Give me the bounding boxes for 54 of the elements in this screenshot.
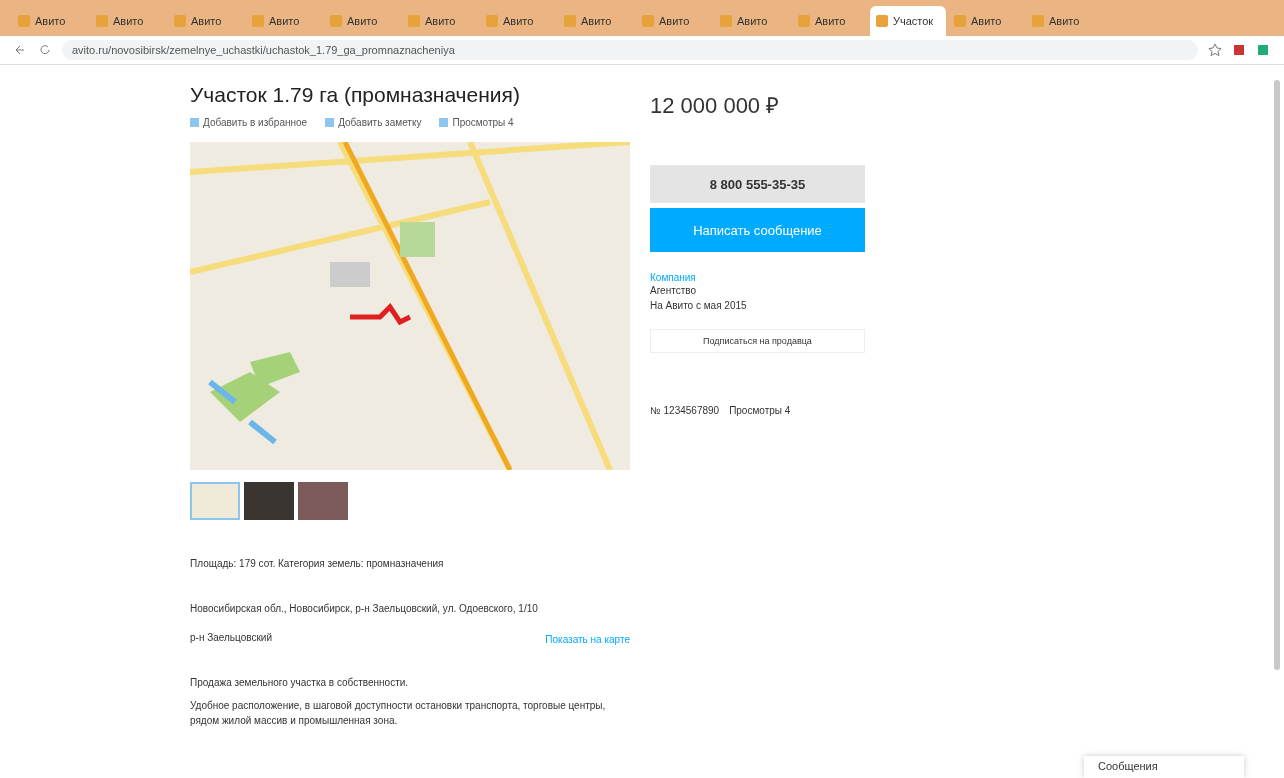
favicon-icon — [408, 15, 420, 27]
favicon-icon — [96, 15, 108, 27]
favicon-icon — [174, 15, 186, 27]
listing-action-link[interactable]: Просмотры 4 — [439, 117, 514, 128]
favicon-icon — [330, 15, 342, 27]
description-text: Удобное расположение, в шаговой доступности остановки транспорта, торговые центры, рядом жилой массив и промышленная зона. — [190, 699, 607, 728]
subscribe-button[interactable]: Подписаться на продавца — [650, 329, 865, 353]
favicon-icon — [252, 15, 264, 27]
description-title: Продажа земельного участка в собственности. — [190, 676, 410, 690]
favicon-icon — [642, 15, 654, 27]
browser-tab[interactable]: Авито — [636, 6, 712, 36]
browser-tab[interactable]: Авито — [402, 6, 478, 36]
address-field[interactable]: avito.ru/novosibirsk/zemelnye_uchastki/uchastok_1.79_ga_promnaznacheniya — [62, 40, 1198, 60]
browser-tab[interactable]: Авито — [90, 6, 166, 36]
browser-tab[interactable]: Авито — [1026, 6, 1102, 36]
browser-tab[interactable]: Авито — [12, 6, 88, 36]
address-text: Новосибирская обл., Новосибирск, р-н Заельцовский, ул. Одоевского, 1/10 — [190, 602, 539, 616]
favicon-icon — [954, 15, 966, 27]
browser-tab[interactable]: Авито — [948, 6, 1024, 36]
reload-icon[interactable] — [38, 43, 52, 57]
favicon-icon — [876, 15, 888, 27]
extension-icon[interactable] — [1256, 43, 1270, 57]
ad-number: № 1234567890 — [650, 404, 720, 418]
favicon-icon — [720, 15, 732, 27]
browser-tab[interactable]: Участок — [870, 6, 946, 36]
extension-icon[interactable] — [1232, 43, 1246, 57]
browser-tab[interactable]: Авито — [558, 6, 634, 36]
district-text: р-н Заельцовский — [190, 631, 272, 645]
favicon-icon — [1032, 15, 1044, 27]
params-text: Площадь: 179 сот. Категория земель: промназначения — [190, 557, 445, 571]
browser-tab[interactable]: Авито — [792, 6, 868, 36]
phone-button[interactable]: 8 800 555-35-35 — [650, 165, 865, 203]
star-icon[interactable] — [1208, 43, 1222, 57]
photo-thumbnail[interactable] — [298, 482, 348, 520]
photo-thumbnail[interactable] — [244, 482, 294, 520]
photo-thumbnail[interactable] — [190, 482, 240, 520]
favicon-icon — [798, 15, 810, 27]
listing-title: Участок 1.79 га (промназначения) — [190, 83, 521, 107]
seller-type: Агентство — [650, 284, 697, 298]
browser-tab[interactable]: Авито — [324, 6, 400, 36]
favicon-icon — [18, 15, 30, 27]
chat-widget[interactable]: Сообщения — [1084, 756, 1244, 778]
listing-action-link[interactable]: Добавить в избранное — [190, 117, 308, 128]
views-count: Просмотры 4 — [729, 404, 791, 418]
browser-tab[interactable]: Авито — [246, 6, 322, 36]
favicon-icon — [486, 15, 498, 27]
listing-action-link[interactable]: Добавить заметку — [325, 117, 422, 128]
scrollbar[interactable] — [1274, 80, 1280, 670]
price-text: 12 000 000 ₽ — [650, 92, 781, 119]
favicon-icon — [564, 15, 576, 27]
browser-tab[interactable]: Авито — [168, 6, 244, 36]
seller-since: На Авито с мая 2015 — [650, 299, 748, 313]
browser-tab[interactable]: Авито — [714, 6, 790, 36]
browser-tab[interactable]: Авито — [480, 6, 556, 36]
